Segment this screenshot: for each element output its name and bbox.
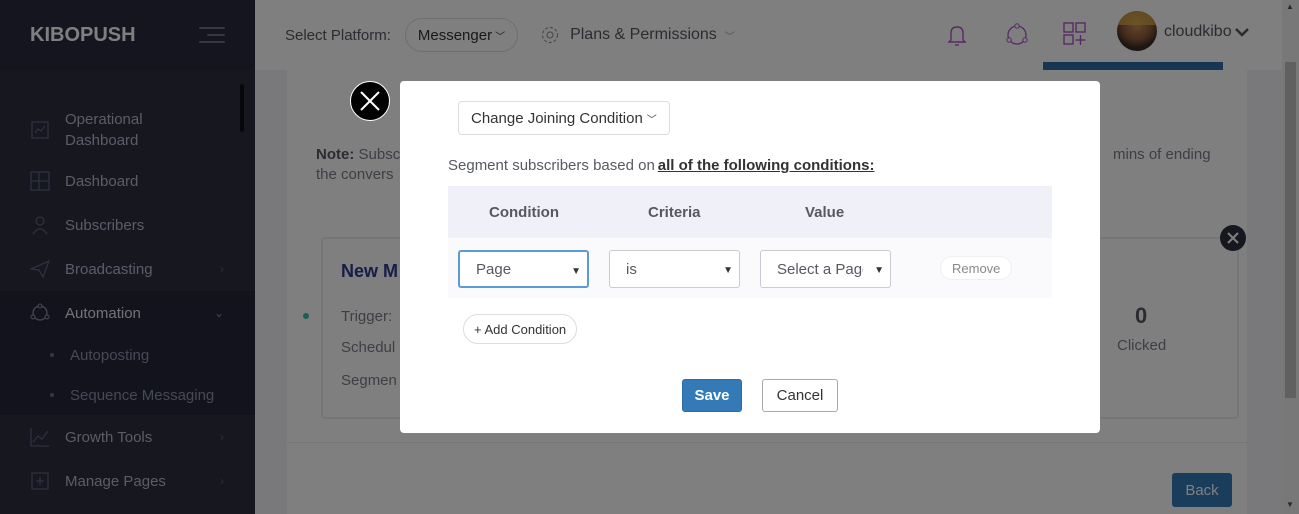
caret-down-icon: ▼ (723, 265, 733, 276)
condition-row: Page ▼ is ▼ Select a Page ▼ Remove (448, 238, 1052, 298)
caret-down-icon: ▼ (571, 266, 581, 277)
condition-value: Page (476, 260, 512, 278)
criteria-select[interactable]: is ▼ (609, 250, 740, 288)
conditions-table-header: Condition Criteria Value (448, 186, 1052, 238)
value-select[interactable]: Select a Page ▼ (760, 250, 891, 288)
criteria-value: is (626, 260, 637, 278)
joining-condition-label: Change Joining Condition (471, 109, 643, 127)
segment-description: Segment subscribers based on all of the f… (448, 157, 875, 174)
value-placeholder: Select a Page (777, 260, 863, 278)
header-condition: Condition (489, 204, 559, 221)
segment-condition-modal: Change Joining Condition ﹀ Segment subsc… (400, 81, 1100, 433)
close-icon (360, 91, 380, 111)
caret-down-icon: ▼ (870, 265, 884, 276)
segment-description-emphasis: all of the following conditions: (657, 157, 875, 174)
change-joining-condition-button[interactable]: Change Joining Condition ﹀ (458, 101, 670, 135)
condition-select[interactable]: Page ▼ (458, 250, 589, 288)
modal-close-button[interactable] (350, 81, 390, 121)
cancel-button[interactable]: Cancel (762, 379, 838, 412)
save-button[interactable]: Save (682, 379, 742, 412)
chevron-down-icon: ﹀ (646, 114, 657, 126)
add-condition-button[interactable]: + Add Condition (463, 314, 578, 344)
header-criteria: Criteria (648, 204, 701, 221)
header-value: Value (805, 204, 845, 221)
remove-condition-button[interactable]: Remove (940, 256, 1013, 280)
